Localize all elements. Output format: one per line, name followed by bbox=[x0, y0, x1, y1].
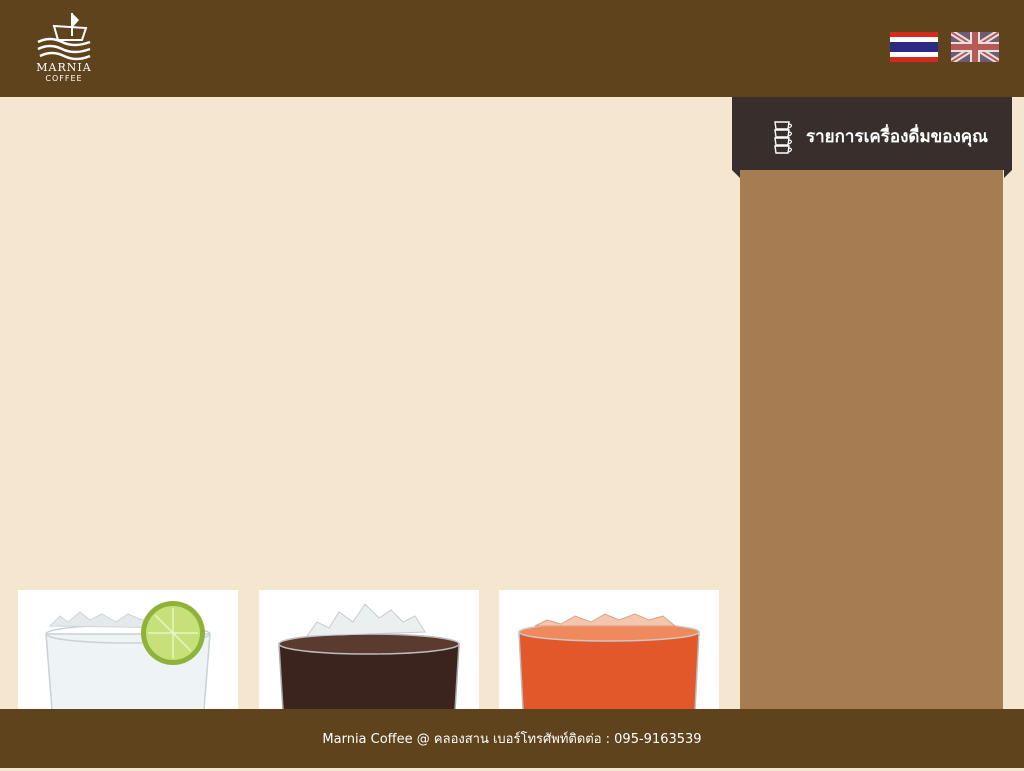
footer-bar: Marnia Coffee @ คลองสาน เบอร์โทรศัพท์ติด… bbox=[0, 709, 1024, 768]
thailand-flag-icon bbox=[890, 32, 938, 62]
iced-tea-image bbox=[499, 590, 719, 710]
uk-flag-icon bbox=[949, 29, 1001, 65]
language-english-button[interactable] bbox=[949, 29, 1001, 65]
brand-subtitle: COFFEE bbox=[45, 74, 83, 83]
iced-soda-lime-image bbox=[18, 590, 238, 710]
cart-header[interactable]: รายการเครื่องดื่มของคุณ bbox=[732, 97, 1012, 178]
product-card-soda[interactable] bbox=[18, 590, 238, 710]
iced-cola-image bbox=[259, 590, 479, 710]
product-card-iced-tea[interactable] bbox=[499, 590, 719, 710]
footer-contact-text: Marnia Coffee @ คลองสาน เบอร์โทรศัพท์ติด… bbox=[322, 732, 702, 747]
cart-items-panel bbox=[740, 170, 1003, 709]
boat-logo-icon bbox=[37, 13, 91, 61]
product-card-cola[interactable] bbox=[259, 590, 479, 710]
language-thai-button[interactable] bbox=[890, 32, 938, 62]
brand-name: MARNIA bbox=[36, 61, 92, 74]
stacked-cups-icon bbox=[774, 121, 793, 154]
cart-title: รายการเครื่องดื่มของคุณ bbox=[806, 127, 988, 147]
brand-logo[interactable]: MARNIA COFFEE bbox=[30, 10, 98, 90]
header-bar: MARNIA COFFEE bbox=[0, 0, 1024, 97]
